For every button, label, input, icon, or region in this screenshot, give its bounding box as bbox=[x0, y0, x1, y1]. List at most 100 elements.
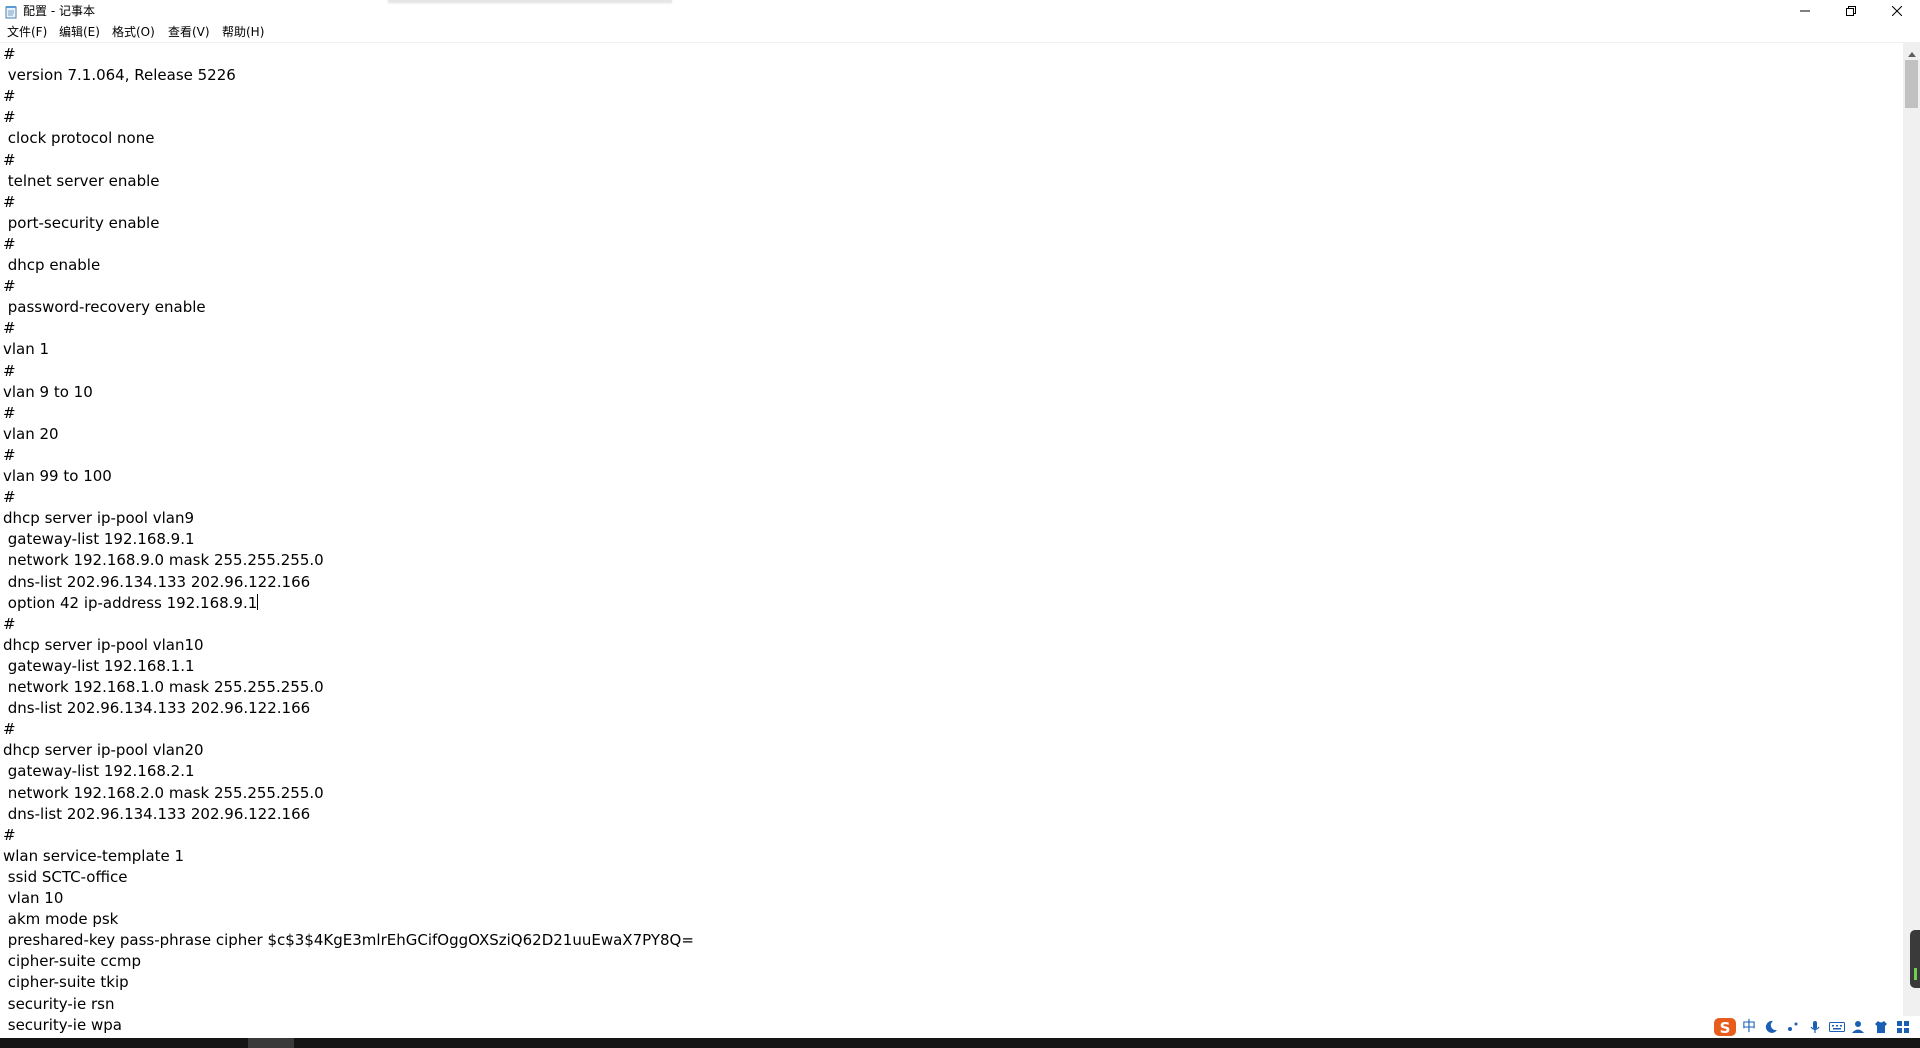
editor-line[interactable]: vlan 10 bbox=[3, 888, 64, 909]
editor-line-text: network 192.168.9.0 mask 255.255.255.0 bbox=[3, 551, 324, 570]
editor-line[interactable]: # bbox=[3, 361, 16, 382]
editor-line[interactable]: cipher-suite ccmp bbox=[3, 951, 141, 972]
editor-line[interactable]: vlan 20 bbox=[3, 424, 59, 445]
editor-line[interactable]: version 7.1.064, Release 5226 bbox=[3, 65, 236, 86]
editor-line-text: # bbox=[3, 319, 16, 338]
user-settings-icon[interactable] bbox=[1848, 1016, 1870, 1038]
editor-line[interactable]: dhcp enable bbox=[3, 255, 100, 276]
editor-line-text: dhcp enable bbox=[3, 256, 101, 274]
editor-line-text: password-recovery enable bbox=[3, 298, 206, 317]
editor-line[interactable]: # bbox=[3, 150, 16, 171]
editor-line-text: security-ie wpa bbox=[3, 1015, 122, 1034]
editor-line[interactable]: # bbox=[3, 86, 16, 107]
editor-line[interactable]: # bbox=[3, 719, 16, 740]
menu-format[interactable]: 格式(O) bbox=[112, 25, 155, 40]
editor-line[interactable]: option 42 ip-address 192.168.9.1 bbox=[3, 593, 259, 614]
editor-line[interactable]: network 192.168.1.0 mask 255.255.255.0 bbox=[3, 677, 324, 698]
editor-line[interactable]: # bbox=[3, 403, 16, 424]
editor-line-text: # bbox=[3, 108, 16, 127]
vertical-scrollbar[interactable] bbox=[1903, 43, 1920, 1038]
scroll-up-button[interactable] bbox=[1903, 43, 1920, 60]
editor-line[interactable]: dhcp server ip-pool vlan9 bbox=[3, 508, 194, 529]
editor-line[interactable]: # bbox=[3, 234, 16, 255]
editor-line-text: dhcp server ip-pool vlan20 bbox=[3, 741, 204, 760]
scroll-thumb[interactable] bbox=[1905, 60, 1918, 108]
editor-line[interactable]: # bbox=[3, 825, 16, 846]
editor-line[interactable]: dns-list 202.96.134.133 202.96.122.166 bbox=[3, 572, 310, 593]
editor-line[interactable]: # bbox=[3, 107, 16, 128]
editor-line-text: preshared-key pass-phrase cipher $c$3$4K… bbox=[3, 931, 694, 950]
editor-line[interactable]: gateway-list 192.168.2.1 bbox=[3, 761, 195, 782]
editor-line[interactable]: security-ie wpa bbox=[3, 1015, 122, 1036]
editor-line-text: # bbox=[3, 45, 16, 63]
menu-view[interactable]: 查看(V) bbox=[168, 25, 210, 40]
editor-line[interactable]: gateway-list 192.168.1.1 bbox=[3, 656, 195, 677]
editor-line[interactable]: network 192.168.2.0 mask 255.255.255.0 bbox=[3, 783, 324, 804]
editor-line[interactable]: vlan 99 to 100 bbox=[3, 466, 112, 487]
editor-line-text: cipher-suite ccmp bbox=[3, 952, 142, 971]
editor-line[interactable]: # bbox=[3, 445, 16, 466]
editor-line-text: gateway-list 192.168.2.1 bbox=[3, 762, 195, 781]
editor-line[interactable]: dns-list 202.96.134.133 202.96.122.166 bbox=[3, 698, 310, 719]
keyboard-icon[interactable] bbox=[1826, 1016, 1848, 1038]
editor-line[interactable]: clock protocol none bbox=[3, 128, 155, 149]
editor-line[interactable]: network 192.168.9.0 mask 255.255.255.0 bbox=[3, 550, 324, 571]
close-button[interactable] bbox=[1874, 0, 1920, 22]
editor-line[interactable]: # bbox=[3, 44, 16, 65]
editor-line-text: # bbox=[3, 361, 16, 380]
editor-line-text: # bbox=[3, 277, 16, 296]
editor-line[interactable]: password-recovery enable bbox=[3, 297, 206, 318]
editor-line[interactable]: telnet server enable bbox=[3, 171, 160, 192]
editor-line[interactable]: # bbox=[3, 614, 16, 635]
window-title: 配置 - 记事本 bbox=[23, 4, 95, 18]
microphone-icon[interactable] bbox=[1804, 1016, 1826, 1038]
text-editor[interactable]: # version 7.1.064, Release 5226 # # clock … bbox=[0, 43, 1903, 1038]
editor-line[interactable]: ssid SCTC-office bbox=[3, 867, 128, 888]
editor-line[interactable]: vlan 9 to 10 bbox=[3, 382, 93, 403]
floating-side-widget[interactable] bbox=[1910, 930, 1920, 988]
title-bar[interactable]: 配置 - 记事本 bbox=[0, 0, 1920, 22]
editor-line-text: # bbox=[3, 87, 16, 106]
editor-line[interactable]: preshared-key pass-phrase cipher $c$3$4K… bbox=[3, 930, 694, 951]
restore-button[interactable] bbox=[1828, 0, 1874, 22]
editor-line-text: vlan 1 bbox=[3, 340, 50, 359]
taskbar-active-app[interactable] bbox=[248, 1038, 294, 1048]
editor-line[interactable]: # bbox=[3, 487, 16, 508]
punctuation-icon[interactable] bbox=[1782, 1016, 1804, 1038]
grid-menu-icon[interactable] bbox=[1892, 1016, 1914, 1038]
editor-line[interactable]: # bbox=[3, 276, 16, 297]
editor-line[interactable]: cipher-suite tkip bbox=[3, 972, 129, 993]
chevron-up-icon bbox=[1907, 42, 1916, 61]
editor-line-text: gateway-list 192.168.9.1 bbox=[3, 530, 195, 549]
menu-file[interactable]: 文件(F) bbox=[7, 25, 47, 40]
editor-line[interactable]: # bbox=[3, 192, 16, 213]
editor-line[interactable]: gateway-list 192.168.9.1 bbox=[3, 529, 195, 550]
editor-line[interactable]: akm mode psk bbox=[3, 909, 119, 930]
editor-line-text: vlan 99 to 100 bbox=[3, 467, 112, 485]
editor-line-text: ssid SCTC-office bbox=[3, 867, 128, 886]
menu-edit[interactable]: 编辑(E) bbox=[59, 25, 100, 40]
editor-line[interactable]: dhcp server ip-pool vlan10 bbox=[3, 635, 204, 656]
editor-line[interactable]: vlan 1 bbox=[3, 339, 49, 360]
editor-line[interactable]: dhcp server ip-pool vlan20 bbox=[3, 740, 204, 761]
editor-line[interactable]: # bbox=[3, 318, 16, 339]
editor-line-text: port-security enable bbox=[3, 213, 160, 232]
minimize-button[interactable] bbox=[1782, 0, 1828, 22]
editor-line[interactable]: wlan service-template 1 bbox=[3, 846, 184, 867]
notepad-window: 配置 - 记事本 文件(F) 编辑(E) 格式(O) 查看(V) 帮助(H) #… bbox=[0, 0, 1920, 1048]
sogou-s-icon[interactable]: S bbox=[1712, 1016, 1738, 1038]
editor-line[interactable]: security-ie rsn bbox=[3, 994, 115, 1015]
editor-line-text: # bbox=[3, 403, 16, 422]
editor-line-text: # bbox=[3, 825, 16, 844]
menu-help[interactable]: 帮助(H) bbox=[222, 25, 264, 40]
editor-line[interactable]: port-security enable bbox=[3, 213, 160, 234]
ime-mode-toggle[interactable]: 中 bbox=[1738, 1016, 1760, 1038]
editor-line-text: vlan 9 to 10 bbox=[3, 382, 93, 401]
editor-line-text: telnet server enable bbox=[3, 171, 160, 190]
shirt-skin-icon[interactable] bbox=[1870, 1016, 1892, 1038]
editor-line-text: # bbox=[3, 192, 16, 211]
editor-line-text: wlan service-template 1 bbox=[3, 846, 185, 865]
moon-icon[interactable] bbox=[1760, 1016, 1782, 1038]
editor-line[interactable]: dns-list 202.96.134.133 202.96.122.166 bbox=[3, 804, 310, 825]
close-icon bbox=[1892, 6, 1902, 16]
